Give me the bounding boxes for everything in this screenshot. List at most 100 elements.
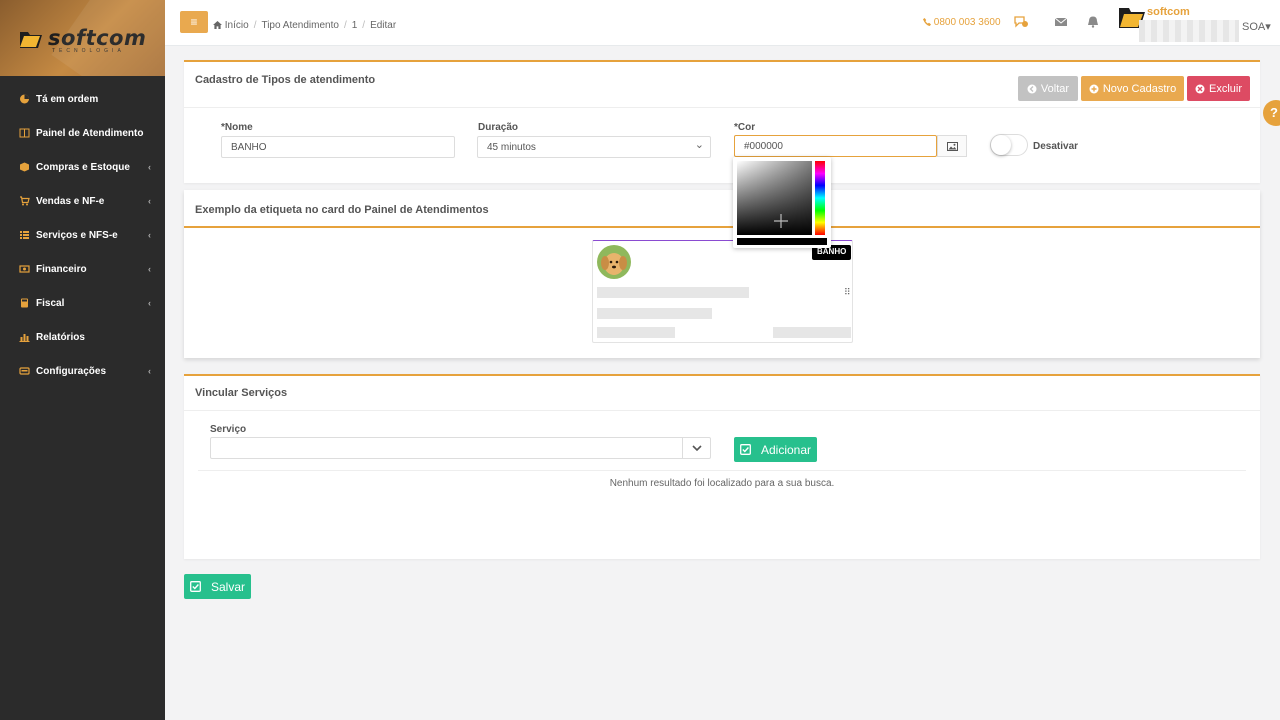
user-name-redacted[interactable] bbox=[1139, 20, 1239, 42]
desativar-toggle[interactable] bbox=[990, 134, 1028, 156]
cor-label: *Cor bbox=[734, 122, 756, 133]
excluir-button[interactable]: Excluir bbox=[1187, 76, 1250, 101]
logo[interactable]: softcom TECNOLOGIA bbox=[0, 0, 165, 76]
sidebar-item-painel-atendimento[interactable]: Painel de Atendimento bbox=[0, 116, 165, 150]
adicionar-button[interactable]: Adicionar bbox=[734, 437, 817, 462]
crosshair-icon bbox=[774, 214, 788, 228]
salvar-button[interactable]: Salvar bbox=[184, 574, 251, 599]
skeleton-line bbox=[597, 287, 749, 298]
divider bbox=[184, 107, 1260, 108]
nome-label: *Nome bbox=[221, 122, 253, 133]
vincular-panel: Vincular Serviços Serviço Adicionar Nenh… bbox=[184, 374, 1260, 559]
question-icon: ? bbox=[1270, 105, 1278, 120]
color-picker-popover bbox=[733, 157, 831, 248]
exemplo-title: Exemplo da etiqueta no card do Painel de… bbox=[195, 204, 489, 216]
menu-toggle-button[interactable]: ≡ bbox=[180, 11, 208, 33]
sidebar-item-servicos-nfse[interactable]: Serviços e NFS-e ‹ bbox=[0, 218, 165, 252]
breadcrumb-editar: Editar bbox=[370, 20, 397, 31]
dog-avatar-icon bbox=[601, 253, 627, 275]
image-icon bbox=[946, 141, 958, 151]
divider bbox=[184, 226, 1260, 228]
sidebar-item-label: Vendas e NF-e bbox=[36, 195, 105, 207]
sidebar-item-ta-em-ordem[interactable]: Tá em ordem bbox=[0, 82, 165, 116]
logo-text: softcom bbox=[48, 26, 147, 50]
hamburger-icon: ≡ bbox=[190, 15, 198, 29]
sidebar-item-vendas-nfe[interactable]: Vendas e NF-e ‹ bbox=[0, 184, 165, 218]
phone-number: 0800 003 3600 bbox=[923, 17, 1001, 28]
avatar bbox=[597, 245, 631, 279]
saturation-area[interactable] bbox=[737, 161, 812, 235]
chevron-left-icon: ‹ bbox=[148, 162, 151, 172]
sidebar-item-label: Financeiro bbox=[36, 263, 87, 275]
skeleton-line bbox=[597, 308, 712, 319]
check-square-icon bbox=[190, 581, 201, 592]
toggle-knob bbox=[991, 135, 1011, 155]
voltar-button[interactable]: Voltar bbox=[1018, 76, 1078, 101]
money-icon bbox=[19, 265, 30, 273]
logo-subtitle: TECNOLOGIA bbox=[52, 48, 125, 54]
nome-field[interactable]: BANHO bbox=[221, 136, 455, 158]
back-circle-icon bbox=[1027, 84, 1037, 93]
help-button[interactable]: ? bbox=[1263, 100, 1280, 126]
calculator-icon bbox=[21, 298, 28, 308]
chevron-left-icon: ‹ bbox=[148, 298, 151, 308]
desativar-label: Desativar bbox=[1033, 141, 1079, 152]
cadastro-panel: Cadastro de Tipos de atendimento Voltar … bbox=[184, 60, 1260, 183]
user-dropdown-caret[interactable]: SOA▾ bbox=[1242, 20, 1271, 33]
duracao-select[interactable]: 45 minutos bbox=[477, 136, 711, 158]
envelope-icon[interactable] bbox=[1054, 16, 1068, 28]
breadcrumb-id[interactable]: 1 bbox=[352, 20, 358, 31]
hue-slider[interactable] bbox=[815, 161, 825, 235]
chevron-left-icon: ‹ bbox=[148, 230, 151, 240]
sidebar-item-configuracoes[interactable]: Configurações ‹ bbox=[0, 354, 165, 388]
chevron-left-icon: ‹ bbox=[148, 196, 151, 206]
breadcrumb-inicio[interactable]: Início bbox=[225, 20, 249, 31]
chat-icon[interactable] bbox=[1014, 16, 1028, 28]
divider bbox=[198, 470, 1246, 471]
sidebar-item-label: Relatórios bbox=[36, 331, 85, 343]
page-title: Cadastro de Tipos de atendimento bbox=[195, 74, 376, 86]
servico-select[interactable] bbox=[210, 437, 711, 459]
sidebar-item-label: Tá em ordem bbox=[36, 93, 99, 105]
servico-label: Serviço bbox=[210, 424, 247, 435]
cor-field[interactable]: #000000 bbox=[734, 135, 937, 157]
color-picker-button[interactable] bbox=[937, 135, 967, 157]
exemplo-panel: Exemplo da etiqueta no card do Painel de… bbox=[184, 190, 1260, 358]
sidebar-item-label: Serviços e NFS-e bbox=[36, 229, 118, 241]
softcom-logo-icon bbox=[20, 32, 42, 48]
duracao-label: Duração bbox=[478, 122, 519, 133]
sidebar-item-compras-estoque[interactable]: Compras e Estoque ‹ bbox=[0, 150, 165, 184]
sidebar-item-label: Compras e Estoque bbox=[36, 161, 130, 173]
drag-handle-icon[interactable]: ⠿ bbox=[844, 287, 851, 298]
pie-chart-icon bbox=[20, 94, 29, 104]
check-square-icon bbox=[740, 444, 751, 455]
sidebar-item-relatorios[interactable]: Relatórios bbox=[0, 320, 165, 354]
brand-name: softcom bbox=[1147, 6, 1190, 18]
empty-result-message: Nenhum resultado foi localizado para a s… bbox=[609, 478, 835, 489]
vincular-title: Vincular Serviços bbox=[195, 387, 288, 399]
breadcrumb-tipo-atendimento[interactable]: Tipo Atendimento bbox=[261, 20, 338, 31]
close-circle-icon bbox=[1195, 84, 1205, 93]
chevron-left-icon: ‹ bbox=[148, 264, 151, 274]
home-icon bbox=[213, 21, 222, 29]
sidebar-item-fiscal[interactable]: Fiscal ‹ bbox=[0, 286, 165, 320]
sidebar-item-financeiro[interactable]: Financeiro ‹ bbox=[0, 252, 165, 286]
bell-icon[interactable] bbox=[1086, 16, 1100, 28]
box-icon bbox=[20, 162, 29, 172]
sidebar-item-label: Painel de Atendimento bbox=[36, 127, 144, 139]
keyboard-icon bbox=[19, 367, 30, 375]
breadcrumb: Início / Tipo Atendimento/1/Editar bbox=[213, 20, 396, 31]
chevron-left-icon: ‹ bbox=[148, 366, 151, 376]
skeleton-line bbox=[773, 327, 851, 338]
phone-icon bbox=[923, 18, 931, 26]
novo-cadastro-button[interactable]: Novo Cadastro bbox=[1081, 76, 1184, 101]
sidebar-item-label: Fiscal bbox=[36, 297, 65, 309]
plus-circle-icon bbox=[1089, 84, 1099, 93]
preview-card: BANHO ⠿ bbox=[592, 240, 853, 343]
sidebar: softcom TECNOLOGIA Tá em ordem Painel de… bbox=[0, 0, 165, 720]
bar-chart-icon bbox=[19, 334, 30, 342]
topbar: ≡ Início / Tipo Atendimento/1/Editar 0800 … bbox=[165, 0, 1280, 46]
sidebar-item-label: Configurações bbox=[36, 365, 107, 377]
chevron-down-icon[interactable] bbox=[682, 438, 710, 458]
skeleton-line bbox=[597, 327, 675, 338]
